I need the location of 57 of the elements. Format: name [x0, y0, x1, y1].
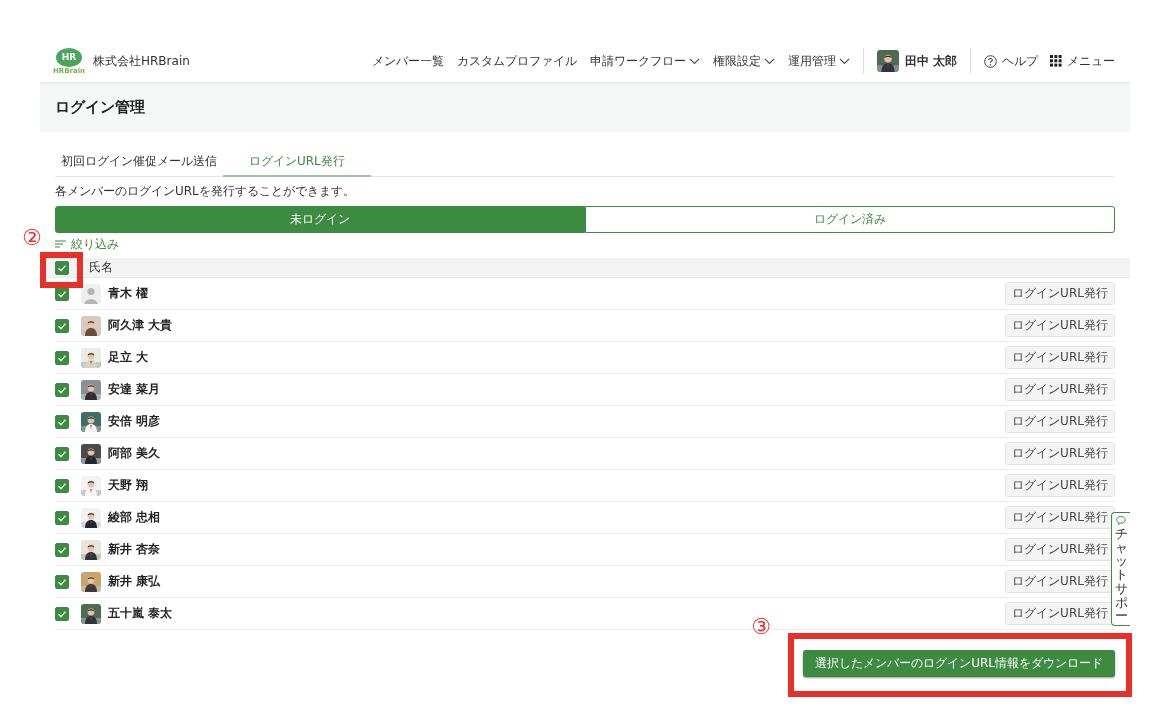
member-name: 安達 菜月 [108, 381, 161, 398]
issue-url-button[interactable]: ログインURL発行 [1005, 410, 1115, 433]
member-name: 阿部 美久 [108, 445, 161, 462]
filter-icon [55, 240, 66, 248]
issue-url-button[interactable]: ログインURL発行 [1005, 346, 1115, 369]
issue-url-button[interactable]: ログインURL発行 [1005, 442, 1115, 465]
member-name: 新井 康弘 [108, 573, 161, 590]
company-name: 株式会社HRBrain [93, 52, 190, 70]
column-header: 氏名 [89, 259, 113, 276]
member-name: 天野 翔 [108, 477, 149, 494]
avatar-icon [81, 283, 101, 304]
member-name: 足立 大 [108, 349, 149, 366]
checkbox[interactable] [55, 350, 69, 365]
annotation-number: ③ [751, 616, 771, 638]
issue-url-button[interactable]: ログインURL発行 [1005, 474, 1115, 497]
issue-url-button[interactable]: ログインURL発行 [1005, 378, 1115, 401]
checkbox[interactable] [55, 574, 69, 589]
download-button[interactable]: 選択したメンバーのログインURL情報をダウンロード [803, 650, 1115, 677]
tab[interactable]: ログインURL発行 [223, 153, 371, 177]
segment-button[interactable]: ログイン済み [585, 206, 1115, 233]
chat-icon [1116, 516, 1126, 525]
member-name: 綾部 忠相 [108, 509, 161, 526]
member-name: 安倍 明彦 [108, 413, 161, 430]
tab[interactable]: 初回ログイン催促メール送信 [55, 153, 223, 177]
page-title: ログイン管理 [40, 82, 1130, 132]
member-name: 新井 杏奈 [108, 541, 161, 558]
checkbox[interactable] [55, 318, 69, 333]
checkbox[interactable] [55, 510, 69, 525]
help-link[interactable]: ヘルプ [984, 52, 1038, 70]
issue-url-button[interactable]: ログインURL発行 [1005, 314, 1115, 337]
member-name: 阿久津 大貴 [108, 317, 173, 334]
menu-icon [1050, 55, 1062, 67]
menu-button[interactable]: メニュー [1050, 52, 1115, 70]
member-name: 青木 櫂 [108, 285, 149, 302]
logo-badge: HR [56, 47, 82, 67]
checkbox[interactable] [55, 260, 69, 275]
member-name: 五十嵐 泰太 [108, 605, 173, 622]
help-icon [984, 54, 997, 68]
description-text: 各メンバーのログインURLを発行することができます。 [55, 184, 356, 199]
checkbox[interactable] [55, 382, 69, 397]
nav-link[interactable]: 申請ワークフロー [589, 52, 700, 70]
checkbox[interactable] [55, 414, 69, 429]
nav-link[interactable]: カスタムプロファイル [456, 52, 577, 70]
issue-url-button[interactable]: ログインURL発行 [1005, 506, 1115, 529]
issue-url-button[interactable]: ログインURL発行 [1005, 282, 1115, 305]
nav-link[interactable]: 運用管理 [787, 52, 850, 70]
user-menu[interactable]: 田中 太郎 [876, 50, 957, 72]
filter-button[interactable]: 絞り込み [55, 236, 119, 252]
nav-link[interactable]: 権限設定 [712, 52, 775, 70]
annotation-number: ② [22, 226, 42, 249]
checkbox[interactable] [55, 446, 69, 461]
segment-button[interactable]: 未ログイン [55, 206, 585, 233]
checkbox[interactable] [55, 606, 69, 621]
nav-link[interactable]: メンバー一覧 [371, 52, 444, 70]
checkbox[interactable] [55, 542, 69, 557]
checkbox[interactable] [55, 478, 69, 493]
chat-support-tab[interactable]: チャットサポー [1111, 512, 1130, 626]
